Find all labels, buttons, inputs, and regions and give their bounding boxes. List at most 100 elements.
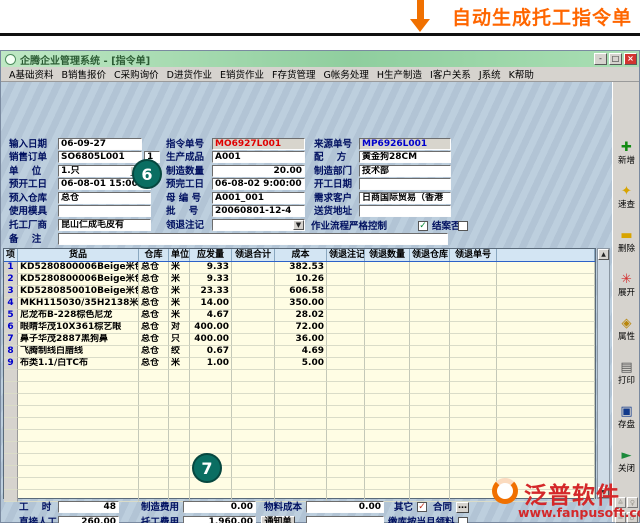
formula-field[interactable]: 黄金狗28CM [359,151,451,163]
grid-cell: 米 [169,298,190,310]
grid-header-cell[interactable]: 领退仓库 [410,249,450,261]
grid-row[interactable] [4,430,595,442]
grid-header-cell[interactable]: 领退注记 [327,249,365,261]
menu-item-0[interactable]: A基础资料 [9,67,54,81]
remark-field[interactable] [58,233,448,245]
side-button-7[interactable]: ►关闭 [614,445,639,485]
maximize-button[interactable]: □ [609,53,622,65]
grid-header-cell[interactable]: 单位 [169,249,190,261]
flow-control-checkbox[interactable]: ✓ [418,221,428,231]
menu-item-8[interactable]: I客户关系 [430,67,471,81]
grid-cell [169,454,190,466]
close-button[interactable]: × [624,53,637,65]
direct-labor-field[interactable]: 260.00 [58,516,119,523]
menu-item-9[interactable]: J系统 [479,67,501,81]
side-button-6[interactable]: ▣存盘 [614,401,639,441]
input-date-field[interactable]: 06-09-27 [58,138,142,150]
grid-header-cell[interactable]: 应发量 [190,249,232,261]
grid-cell [139,454,169,466]
product-field[interactable]: A001 [212,151,305,163]
plan-finish-field[interactable]: 06-08-02 9:00:00 [212,178,305,190]
grid-row[interactable] [4,418,595,430]
grid-vertical-scrollbar[interactable]: ▲ ▼ [597,248,610,499]
qty-field[interactable]: 20.00 [212,165,305,177]
grid-row[interactable] [4,382,595,394]
menu-item-10[interactable]: K帮助 [509,67,534,81]
grid-header-cell[interactable]: 领退单号 [450,249,497,261]
grid-cell: 布类1.1/白TC布 [18,358,139,370]
grid-header-cell[interactable]: 领退数量 [365,249,410,261]
menu-item-7[interactable]: H生产制造 [377,67,422,81]
outwork-vendor-field[interactable]: 昆山仁成毛皮有 [58,219,151,231]
source-doc-label: 来源单号 [314,139,352,151]
menu-item-2[interactable]: C采购询价 [114,67,159,81]
grid-row[interactable] [4,394,595,406]
issue-return-combobox[interactable] [212,219,305,231]
mold-field[interactable] [58,205,151,217]
sales-order-field[interactable]: SO6805L001 [58,151,142,163]
start-date-field[interactable] [359,178,451,190]
grid-cell [4,430,18,442]
menu-item-6[interactable]: G帐务处理 [323,67,368,81]
grid-row[interactable] [4,370,595,382]
hours-field[interactable]: 48 [58,501,119,513]
menu-item-3[interactable]: D进货作业 [167,67,212,81]
side-button-0[interactable]: ✚新增 [614,137,639,177]
closed-checkbox[interactable] [458,221,468,231]
grid-row[interactable] [4,466,595,478]
scroll-up-icon[interactable]: ▲ [598,249,609,260]
side-button-3[interactable]: ✳展开 [614,269,639,309]
grid-row[interactable]: 7鼻子华茂2887黑狗鼻总仓只400.0036.00 [4,334,595,346]
grid-row[interactable]: 6眼睛华茂10X361棕艺眼总仓对400.0072.00 [4,322,595,334]
grid-row[interactable]: 5尼龙布B-228棕色尼龙总仓米4.6728.02 [4,310,595,322]
other-checkbox[interactable]: ✓ [417,502,427,512]
grid-row[interactable] [4,454,595,466]
grid-cell [365,298,410,310]
totals-extra-field[interactable] [306,516,384,523]
stockin-rule-checkbox[interactable] [458,517,468,523]
ship-address-field[interactable] [359,205,451,217]
grid-row[interactable]: 1KD5280800006Beige米色总仓米9.33382.53 [4,262,595,274]
source-doc-link[interactable]: MP6926L001 [359,138,451,150]
grid-row[interactable]: 8飞腾制线白腊线总仓绞0.674.69 [4,346,595,358]
grid-cell [327,370,365,382]
customer-field[interactable]: 日商国际贸易（香港 [359,192,451,204]
grid-cell: 对 [169,322,190,334]
minimize-button[interactable]: - [594,53,607,65]
grid-row[interactable] [4,442,595,454]
grid-row[interactable] [4,406,595,418]
title-bar[interactable]: 企腾企业管理系统 - [指令单] [1,51,639,67]
menu-item-5[interactable]: F存货管理 [272,67,315,81]
grid-row[interactable]: 4MKH115030/35H2138米色总仓米14.00350.00 [4,298,595,310]
outwork-cost-field[interactable]: 1,960.00 [183,516,256,523]
grid-row[interactable]: 2KD5280800006Beige米色(绣花)总仓米9.3310.26 [4,274,595,286]
parent-code-field[interactable]: A001_001 [212,192,305,204]
grid-cell: 400.00 [190,334,232,346]
grid-cell [410,454,450,466]
menu-item-4[interactable]: E销货作业 [220,67,264,81]
grid-header-cell[interactable]: 项 [4,249,18,261]
menu-item-1[interactable]: B销售报价 [62,67,107,81]
grid-row[interactable] [4,478,595,490]
side-button-4[interactable]: ◈属性 [614,313,639,353]
grid-row[interactable]: 3KD5280850010Beige米色总仓米23.33606.58 [4,286,595,298]
material-cost-field[interactable]: 0.00 [306,501,384,513]
issue-return-combo-arrow-icon[interactable]: ▼ [293,220,304,230]
target-warehouse-field[interactable]: 总仓 [58,192,151,204]
grid-header-cell[interactable]: 货品 [18,249,139,261]
grid-header-cell[interactable]: 领退合计 [232,249,275,261]
grid-cell [232,310,275,322]
mfg-cost-field[interactable]: 0.00 [183,501,256,513]
grid-header-cell[interactable]: 仓库 [139,249,169,261]
side-button-2[interactable]: ▬删除 [614,225,639,265]
side-button-5[interactable]: ▤打印 [614,357,639,397]
side-button-1[interactable]: ✦速查 [614,181,639,221]
grid-cell [275,406,327,418]
grid-row[interactable]: 9布类1.1/白TC布总仓米1.005.00 [4,358,595,370]
notify-button[interactable]: 通知单 [261,516,295,523]
grid-header-cell[interactable]: 成本 [275,249,327,261]
mfg-dept-field[interactable]: 技术部 [359,165,451,177]
scroll-down-icon[interactable]: ▼ [598,487,609,498]
contract-more-button[interactable]: … [456,502,469,513]
batch-field[interactable]: 20060801-12-4 [212,205,305,217]
